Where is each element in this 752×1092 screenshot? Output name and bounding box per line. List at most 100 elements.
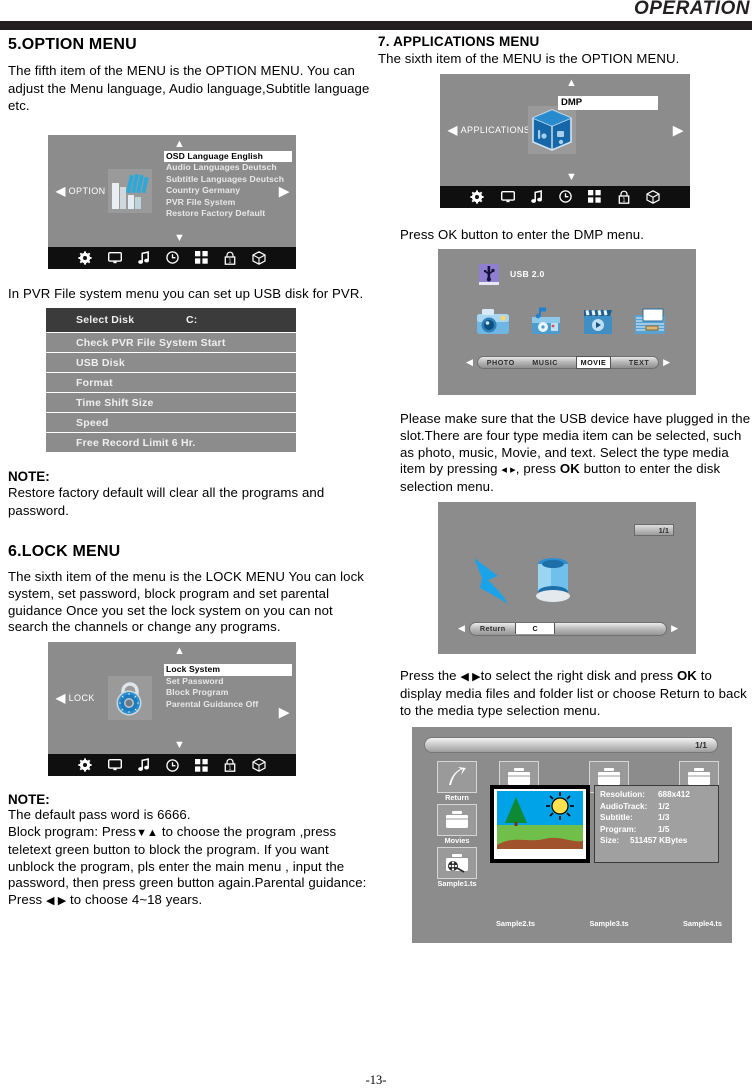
scroll-down-arrow-icon[interactable]: ▼ — [174, 232, 185, 244]
media-type-music[interactable]: MUSIC — [532, 358, 558, 367]
disk-drive-icon — [534, 554, 572, 609]
lock-scroll-down-arrow-icon[interactable]: ▼ — [174, 740, 185, 751]
info-program-key: Program: — [600, 824, 637, 834]
clock-icon[interactable] — [166, 251, 179, 264]
grid-icon[interactable] — [588, 190, 601, 203]
text-document-icon[interactable] — [634, 307, 666, 342]
menu-item-block-program[interactable]: Block Program — [166, 687, 290, 699]
app-right-caret-icon[interactable]: ▶ — [673, 123, 683, 136]
gear-icon[interactable] — [78, 250, 92, 265]
menu-item-lock-system[interactable]: Lock System — [164, 664, 292, 676]
info-audiotrack: AudioTrack: 1/2 — [600, 801, 718, 812]
menu-item-audio-languages[interactable]: Audio Languages Deutsch — [166, 162, 290, 174]
section-5-heading: 5.OPTION MENU — [8, 36, 137, 53]
folder-icon — [437, 804, 477, 837]
monitor-icon[interactable] — [108, 759, 122, 771]
osd-category-bar: 1 — [48, 246, 296, 269]
pvr-row-speed[interactable]: Speed — [46, 413, 296, 433]
type-left-arrow-icon[interactable]: ◀ — [462, 357, 477, 368]
option-side-tab[interactable]: ◀ OPTION — [56, 185, 106, 197]
clock-icon[interactable] — [166, 758, 179, 772]
camera-icon[interactable] — [476, 307, 510, 342]
page-header-title: OPERATION — [633, 0, 750, 19]
browser-item-return[interactable]: Return — [434, 761, 480, 803]
disk-page-indicator: 1/1 — [634, 523, 674, 536]
info-audiotrack-value: 1/2 — [658, 801, 670, 811]
lock-icon[interactable]: 1 — [224, 251, 236, 265]
movie-clapper-icon[interactable] — [582, 307, 614, 342]
gear-icon[interactable] — [78, 758, 92, 772]
lock-side-tab[interactable]: ◀ LOCK — [56, 692, 95, 704]
menu-item-parental-guidance[interactable]: Parental Guidance Off — [166, 699, 290, 711]
media-type-text[interactable]: TEXT — [629, 358, 649, 367]
menu-item-restore-factory-default[interactable]: Restore Factory Default — [166, 208, 290, 220]
disk-left-arrow-icon[interactable]: ◀ — [454, 623, 469, 634]
pvr-select-disk-value: C: — [186, 314, 198, 326]
menu-item-dmp[interactable]: DMP — [558, 95, 658, 110]
pvr-row-select-disk[interactable]: Select Disk C: — [46, 308, 296, 333]
left-caret-icon[interactable]: ◀ — [56, 185, 66, 197]
media-type-track[interactable]: PHOTO MUSIC MOVIE TEXT — [476, 356, 660, 369]
lock-left-caret-icon[interactable]: ◀ — [56, 692, 66, 704]
svg-text:1: 1 — [228, 766, 231, 772]
usb-media-type-screenshot: USB 2.0 ◀ PHOTO MUSIC MOVIE TEXT ▶ — [438, 249, 696, 395]
lock-note-part1: Block program: Press — [8, 823, 137, 839]
lock-osd-category-bar: 1 — [48, 754, 296, 777]
disk-right-arrow-icon[interactable]: ▶ — [667, 623, 682, 634]
monitor-icon[interactable] — [500, 190, 515, 203]
grid-icon[interactable] — [195, 758, 208, 772]
media-type-selector[interactable]: ◀ PHOTO MUSIC MOVIE TEXT ▶ — [462, 356, 674, 369]
cube-icon[interactable] — [646, 189, 660, 204]
info-audiotrack-key: AudioTrack: — [600, 801, 648, 811]
music-note-icon[interactable] — [138, 758, 150, 772]
pvr-row-free-record-limit[interactable]: Free Record Limit 6 Hr. — [46, 433, 296, 453]
pvr-row-time-shift-size[interactable]: Time Shift Size — [46, 393, 296, 413]
left-column: 5.OPTION MENU The fifth item of the MENU… — [8, 30, 376, 916]
monitor-icon[interactable] — [108, 251, 122, 264]
usb-device-label: USB 2.0 — [510, 269, 545, 279]
cube-icon[interactable] — [252, 758, 266, 773]
disk-item-c[interactable]: C — [515, 623, 556, 635]
browser-item-movies[interactable]: Movies — [434, 804, 480, 846]
browser-item-sample1[interactable]: Sample1.ts — [434, 847, 480, 889]
pvr-row-format[interactable]: Format — [46, 373, 296, 393]
menu-item-set-password[interactable]: Set Password — [166, 676, 290, 688]
lock-right-caret-icon[interactable]: ▶ — [279, 705, 289, 718]
app-left-caret-icon[interactable]: ◀ — [448, 124, 458, 136]
return-arrow-icon — [437, 761, 477, 794]
info-subtitle-key: Subtitle: — [600, 813, 633, 823]
pvr-file-system-table: Select Disk C: Check PVR File System Sta… — [46, 308, 296, 453]
media-type-photo[interactable]: PHOTO — [487, 358, 515, 367]
menu-item-pvr-file-system[interactable]: PVR File System — [166, 197, 290, 209]
menu-item-country[interactable]: Country Germany — [166, 185, 290, 197]
music-note-icon[interactable] — [138, 250, 150, 265]
svg-text:1: 1 — [622, 197, 625, 203]
scroll-up-arrow-icon[interactable]: ▲ — [174, 138, 185, 150]
browser-caption-sample1: Sample1.ts — [437, 879, 477, 889]
clock-icon[interactable] — [559, 190, 572, 203]
padlock-icon — [108, 676, 152, 721]
disk-item-return[interactable]: Return — [470, 624, 516, 633]
music-note-icon[interactable] — [530, 189, 543, 204]
pvr-row-check-file-system[interactable]: Check PVR File System Start — [46, 333, 296, 353]
applications-side-tab[interactable]: ◀ APPLICATIONS — [448, 124, 530, 136]
pvr-row-usb-disk[interactable]: USB Disk — [46, 353, 296, 373]
app-scroll-up-arrow-icon[interactable]: ▲ — [566, 77, 577, 89]
music-box-icon[interactable] — [530, 307, 562, 342]
cube-icon[interactable] — [252, 250, 266, 265]
lock-scroll-up-arrow-icon[interactable]: ▲ — [174, 646, 185, 657]
section-7-intro: The sixth item of the MENU is the OPTION… — [378, 51, 680, 66]
gear-icon[interactable] — [470, 189, 484, 204]
menu-item-subtitle-languages[interactable]: Subtitle Languages Deutsch — [166, 174, 290, 186]
app-scroll-down-arrow-icon[interactable]: ▼ — [566, 171, 577, 183]
ok-button-label: OK — [676, 667, 697, 683]
media-type-movie[interactable]: MOVIE — [575, 356, 612, 369]
grid-icon[interactable] — [195, 251, 208, 264]
disk-track[interactable]: Return C — [468, 621, 668, 636]
lock-icon[interactable]: 1 — [224, 758, 236, 773]
menu-item-osd-language[interactable]: OSD Language English — [164, 150, 292, 163]
disk-selector[interactable]: ◀ Return C ▶ — [454, 621, 682, 636]
type-right-arrow-icon[interactable]: ▶ — [659, 357, 674, 368]
lock-icon[interactable]: 1 — [618, 190, 630, 204]
option-menu-list: OSD Language English Audio Languages Deu… — [164, 150, 292, 221]
